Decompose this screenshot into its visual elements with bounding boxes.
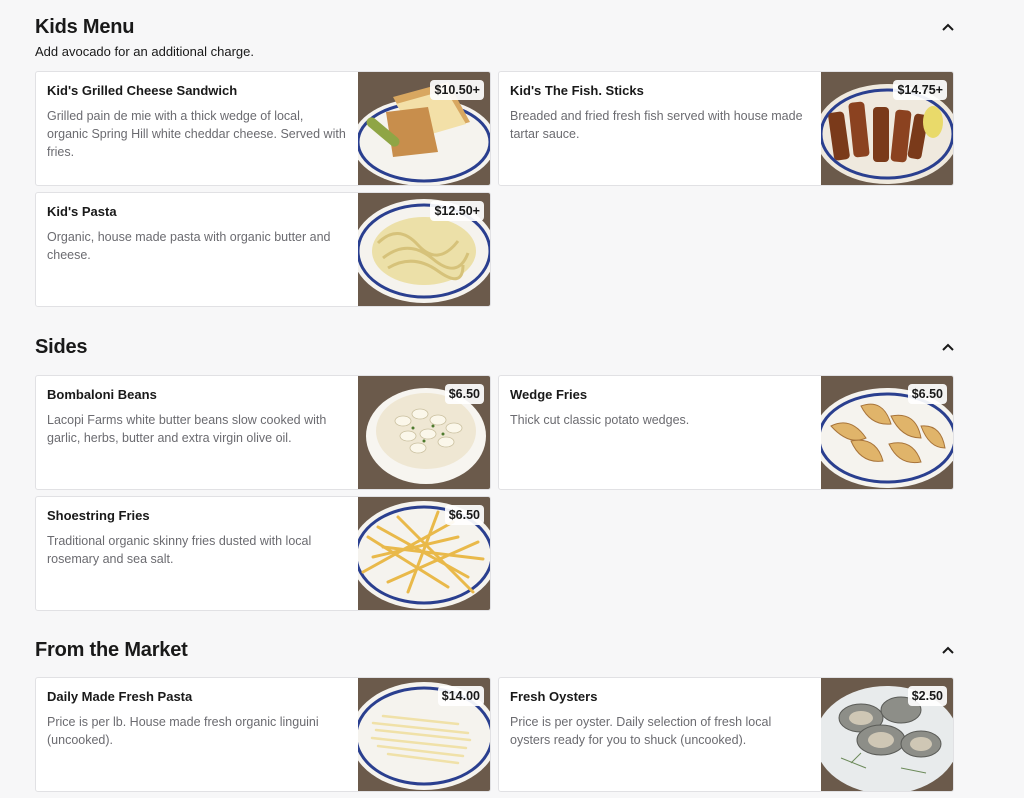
pasta-photo: $12.50+ <box>358 193 490 306</box>
menu-item-card[interactable]: Wedge Fries Thick cut classic potato wed… <box>498 375 954 490</box>
chevron-up-icon[interactable] <box>941 340 955 354</box>
menu-item-card[interactable]: Daily Made Fresh Pasta Price is per lb. … <box>35 677 491 792</box>
item-name: Daily Made Fresh Pasta <box>47 689 193 704</box>
section-title: Kids Menu <box>35 16 135 38</box>
item-description: Price is per oyster. Daily selection of … <box>510 715 772 747</box>
item-price: $6.50 <box>907 384 947 404</box>
item-description: Price is per lb. House made fresh organi… <box>47 715 319 747</box>
item-name: Shoestring Fries <box>47 508 150 523</box>
item-description: Breaded and fried fresh fish served with… <box>510 109 803 141</box>
section-title: Sides <box>35 336 88 358</box>
item-price: $6.50 <box>444 505 484 525</box>
section-title: From the Market <box>35 639 188 661</box>
item-description: Organic, house made pasta with organic b… <box>47 230 331 262</box>
item-price: $6.50 <box>444 384 484 404</box>
grilled-cheese-photo: $10.50+ <box>358 72 490 185</box>
item-name: Kid's Pasta <box>47 204 117 219</box>
menu-item-card[interactable]: Kid's The Fish. Sticks Breaded and fried… <box>498 71 954 186</box>
menu-item-card[interactable]: Bombaloni Beans Lacopi Farms white butte… <box>35 375 491 490</box>
chevron-up-icon[interactable] <box>941 20 955 34</box>
menu-item-card[interactable]: Kid's Grilled Cheese Sandwich Grilled pa… <box>35 71 491 186</box>
item-description: Traditional organic skinny fries dusted … <box>47 534 312 566</box>
section-subtitle: Add avocado for an additional charge. <box>35 44 254 59</box>
oysters-photo: $2.50 <box>821 678 953 791</box>
item-price: $14.00 <box>437 686 484 706</box>
item-price: $2.50 <box>907 686 947 706</box>
beans-photo: $6.50 <box>358 376 490 489</box>
menu-item-card[interactable]: Fresh Oysters Price is per oyster. Daily… <box>498 677 954 792</box>
section-kids-menu: Kids Menu Add avocado for an additional … <box>35 16 955 316</box>
section-from-the-market: From the Market Daily Made Fresh Pasta P… <box>35 639 955 798</box>
shoestring-fries-photo: $6.50 <box>358 497 490 610</box>
item-name: Kid's The Fish. Sticks <box>510 83 644 98</box>
item-name: Fresh Oysters <box>510 689 598 704</box>
fresh-pasta-photo: $14.00 <box>358 678 490 791</box>
item-price: $14.75+ <box>893 80 947 100</box>
item-name: Bombaloni Beans <box>47 387 157 402</box>
section-sides: Sides Bombaloni Beans Lacopi Farms white… <box>35 336 955 616</box>
item-description: Lacopi Farms white butter beans slow coo… <box>47 413 327 445</box>
item-price: $12.50+ <box>430 201 484 221</box>
fish-sticks-photo: $14.75+ <box>821 72 953 185</box>
wedge-fries-photo: $6.50 <box>821 376 953 489</box>
item-name: Kid's Grilled Cheese Sandwich <box>47 83 238 98</box>
chevron-up-icon[interactable] <box>941 643 955 657</box>
menu-item-card[interactable]: Shoestring Fries Traditional organic ski… <box>35 496 491 611</box>
item-description: Thick cut classic potato wedges. <box>510 413 690 427</box>
item-price: $10.50+ <box>430 80 484 100</box>
item-description: Grilled pain de mie with a thick wedge o… <box>47 109 346 159</box>
item-name: Wedge Fries <box>510 387 588 402</box>
menu-item-card[interactable]: Kid's Pasta Organic, house made pasta wi… <box>35 192 491 307</box>
